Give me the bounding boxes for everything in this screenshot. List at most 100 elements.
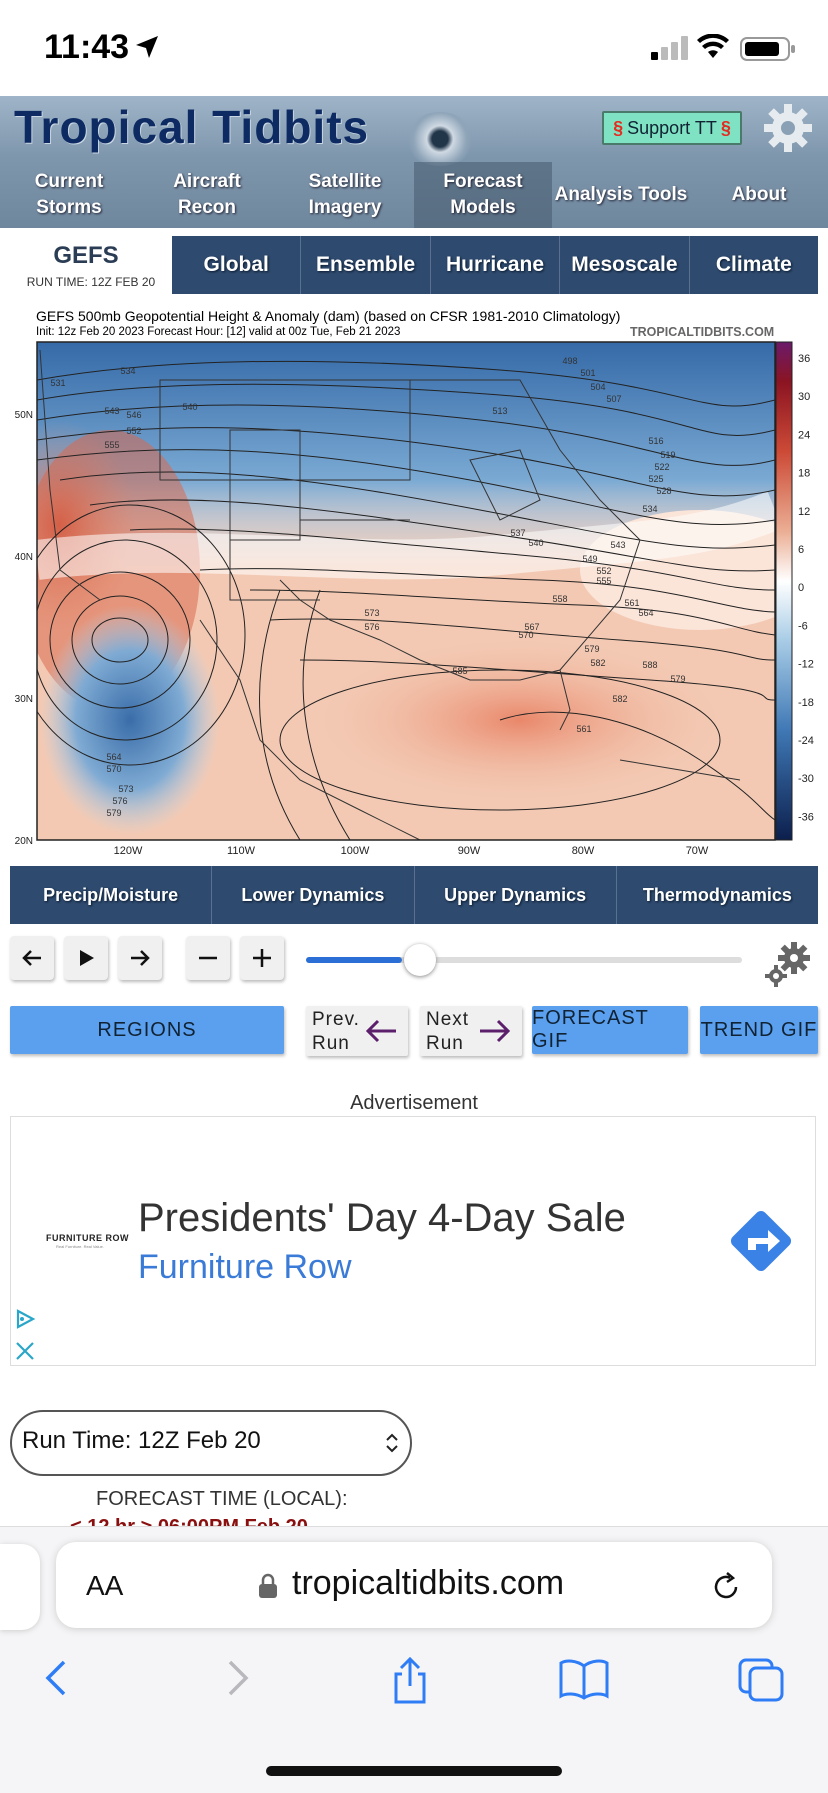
contour-label: 498 xyxy=(562,356,577,366)
play-icon xyxy=(80,950,94,966)
contour-label: 564 xyxy=(106,752,121,762)
next-run-label: Next Run xyxy=(426,1009,470,1054)
longitude-label: 70W xyxy=(686,845,709,857)
tab-lower-dynamics[interactable]: Lower Dynamics xyxy=(212,866,415,924)
wifi-icon xyxy=(697,34,729,58)
colorbar-tick-label: 6 xyxy=(798,544,804,556)
colorbar-labels: 36 30 24 18 12 6 0 -6 -12 -18 -24 -30 -36 xyxy=(798,353,814,823)
colorbar-tick-label: -30 xyxy=(798,773,814,785)
chevron-up-down-icon xyxy=(386,1433,398,1453)
home-indicator xyxy=(266,1766,562,1776)
longitude-label: 120W xyxy=(114,845,143,857)
contour-label: 552 xyxy=(596,566,611,576)
contour-label: 582 xyxy=(590,658,605,668)
contour-label: 564 xyxy=(638,608,653,618)
zoom-out-button[interactable] xyxy=(186,936,230,980)
gear-icon[interactable] xyxy=(760,100,816,156)
colorbar-tick-label: 18 xyxy=(798,468,810,480)
run-time-value: Run Time: 12Z Feb 20 xyxy=(22,1427,261,1454)
settings-gear-icon[interactable] xyxy=(762,936,818,992)
bookmarks-icon[interactable] xyxy=(558,1656,610,1700)
longitude-label: 110W xyxy=(227,845,256,857)
contour-label: 579 xyxy=(584,644,599,654)
contour-label: 513 xyxy=(492,406,507,416)
advertisement-banner[interactable] xyxy=(10,1116,816,1366)
nav-satellite-imagery[interactable]: Satellite Imagery xyxy=(276,162,414,228)
tab-ensemble[interactable]: Ensemble xyxy=(301,236,431,294)
trend-gif-button[interactable]: TREND GIF xyxy=(700,1006,818,1054)
contour-label: 531 xyxy=(50,378,65,388)
colorbar-tick-label: 36 xyxy=(798,353,810,365)
advertisement-label: Advertisement xyxy=(350,1092,478,1114)
nav-analysis-tools[interactable]: Analysis Tools xyxy=(552,162,690,228)
tab-climate[interactable]: Climate xyxy=(689,236,819,294)
longitude-label: 100W xyxy=(341,845,370,857)
previous-tab-preview[interactable] xyxy=(0,1544,40,1630)
tab-global[interactable]: Global xyxy=(172,236,302,294)
arrow-left-icon xyxy=(22,950,41,966)
ad-choices-icon[interactable] xyxy=(14,1308,36,1330)
contour-label: 549 xyxy=(582,554,597,564)
ad-headline[interactable]: Presidents' Day 4-Day Sale xyxy=(138,1196,626,1241)
nav-aircraft-recon[interactable]: Aircraft Recon xyxy=(138,162,276,228)
forward-icon[interactable] xyxy=(218,1656,254,1700)
support-button[interactable]: § Support TT § xyxy=(602,111,742,145)
play-button[interactable] xyxy=(64,936,108,980)
ad-directions-icon[interactable] xyxy=(724,1204,798,1278)
longitude-label: 90W xyxy=(458,845,481,857)
forecast-gif-button[interactable]: FORECAST GIF xyxy=(532,1006,688,1054)
tab-mesoscale[interactable]: Mesoscale xyxy=(560,236,690,294)
nav-forecast-models[interactable]: Forecast Models xyxy=(414,162,552,228)
forecast-time-label: FORECAST TIME (LOCAL): xyxy=(96,1488,348,1510)
back-icon[interactable] xyxy=(40,1656,76,1700)
zoom-in-button[interactable] xyxy=(240,936,284,980)
slider-fill xyxy=(306,957,402,963)
nav-current-storms[interactable]: Current Storms xyxy=(0,162,138,228)
nav-label: Current Storms xyxy=(34,171,104,218)
slider-handle[interactable] xyxy=(404,944,436,976)
next-run-button[interactable]: Next Run xyxy=(420,1006,522,1056)
latitude-label: 40N xyxy=(15,552,33,563)
tabs-icon[interactable] xyxy=(736,1656,786,1702)
contour-label: 573 xyxy=(118,784,133,794)
contour-label: 525 xyxy=(648,474,663,484)
contour-label: 540 xyxy=(182,402,197,412)
step-forward-button[interactable] xyxy=(118,936,162,980)
site-logo[interactable]: Tropical Tidbits xyxy=(14,100,369,154)
arrow-left-icon xyxy=(365,1019,396,1043)
battery-icon xyxy=(740,37,795,61)
nav-label: Forecast Models xyxy=(443,171,523,218)
contour-label: 585 xyxy=(452,666,467,676)
contour-label: 576 xyxy=(364,622,379,632)
tab-thermodynamics[interactable]: Thermodynamics xyxy=(616,866,818,924)
tab-precip-moisture[interactable]: Precip/Moisture xyxy=(10,866,213,924)
forecast-time-value[interactable]: < 12 hr > 06:00PM Feb 20 xyxy=(70,1516,308,1526)
contour-label: 582 xyxy=(612,694,627,704)
ad-close-icon[interactable] xyxy=(14,1340,36,1362)
reader-options-button[interactable]: AA xyxy=(86,1570,123,1602)
tab-hurricane[interactable]: Hurricane xyxy=(430,236,561,294)
nav-label: Satellite Imagery xyxy=(308,171,382,218)
colorbar-tick-label: 0 xyxy=(798,582,804,594)
reload-icon[interactable] xyxy=(708,1569,744,1605)
contour-label: 552 xyxy=(126,426,141,436)
support-label: Support TT xyxy=(627,117,717,138)
ad-brand-link[interactable]: Furniture Row xyxy=(138,1248,352,1287)
clock: 11:43 xyxy=(44,28,130,66)
url-text[interactable]: tropicaltidbits.com xyxy=(292,1564,564,1603)
share-icon[interactable] xyxy=(388,1656,432,1704)
tab-upper-dynamics[interactable]: Upper Dynamics xyxy=(414,866,617,924)
latitude-label: 30N xyxy=(15,694,33,705)
latitude-label: 50N xyxy=(15,410,33,421)
longitude-labels: 120W 110W 100W 90W 80W 70W xyxy=(114,845,709,857)
step-back-button[interactable] xyxy=(10,936,54,980)
regions-button[interactable]: REGIONS xyxy=(10,1006,284,1054)
model-name: GEFS xyxy=(53,242,119,269)
contour-label: 573 xyxy=(364,608,379,618)
nav-about[interactable]: About xyxy=(690,162,828,228)
contour-label: 516 xyxy=(648,436,663,446)
forecast-map[interactable]: 36 30 24 18 12 6 0 -6 -12 -18 -24 -30 -36 50N 40N 30N 2… xyxy=(0,340,828,860)
plus-icon xyxy=(253,949,271,967)
prev-run-button[interactable]: Prev. Run xyxy=(306,1006,408,1056)
longitude-label: 80W xyxy=(572,845,595,857)
